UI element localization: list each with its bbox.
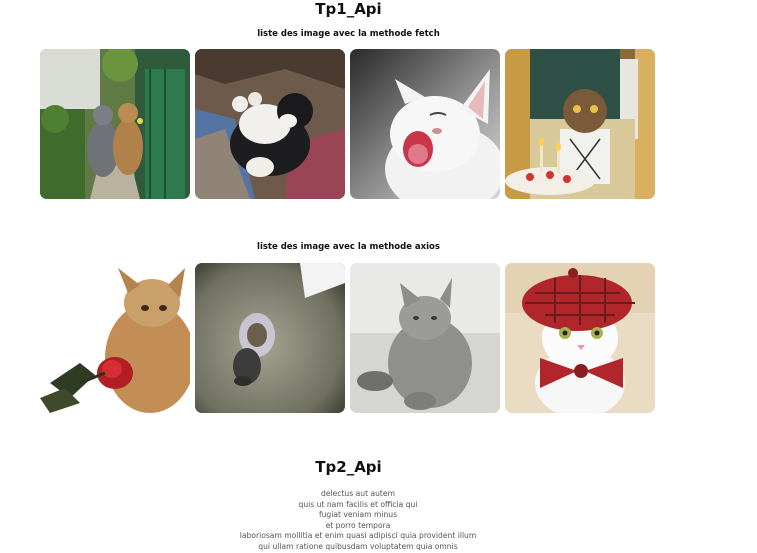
todo-title-list: delectus aut autem quis ut nam facilis e… — [0, 489, 716, 553]
fetch-image-gallery — [40, 49, 655, 199]
list-item: fugiat veniam minus — [318, 510, 398, 520]
list-item: qui ullam ratione quibusdam voluptatem q… — [258, 541, 458, 551]
cat-image-3 — [350, 49, 500, 199]
cat-image-1 — [40, 49, 190, 199]
cat-image-6 — [195, 263, 345, 413]
axios-gallery-heading: liste des image avec la methode axios — [257, 242, 440, 252]
tp2-title: Tp2_Api — [315, 458, 382, 476]
list-item: delectus aut autem — [321, 489, 395, 498]
cat-image-7 — [350, 263, 500, 413]
list-item: quis ut nam facilis et officia qui — [298, 499, 418, 509]
axios-image-gallery — [40, 263, 655, 413]
tp1-title: Tp1_Api — [315, 0, 382, 18]
cat-image-8 — [505, 263, 655, 413]
list-item: et porro tempora — [325, 520, 391, 530]
list-item: laboriosam mollitia et enim quasi adipis… — [239, 531, 477, 541]
fetch-gallery-heading: liste des image avec la methode fetch — [257, 29, 440, 39]
cat-image-4 — [505, 49, 655, 199]
cat-image-2 — [195, 49, 345, 199]
cat-image-5 — [40, 263, 190, 413]
